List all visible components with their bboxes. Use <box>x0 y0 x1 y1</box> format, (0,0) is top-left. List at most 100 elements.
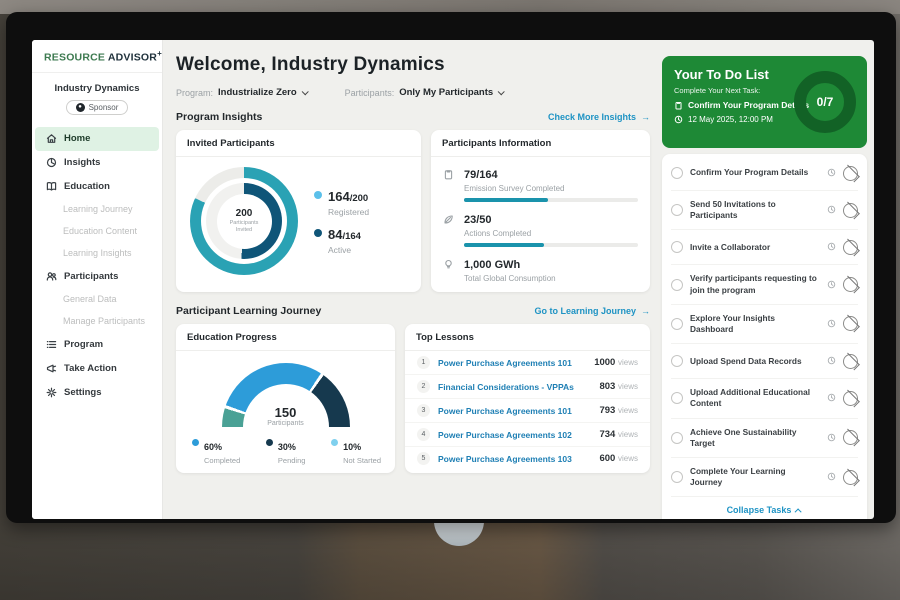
sidebar-item-manage-participants[interactable]: Manage Participants <box>32 311 162 333</box>
task-open-button[interactable] <box>843 470 858 485</box>
task-open-button[interactable] <box>843 240 858 255</box>
gear-icon <box>45 387 57 399</box>
task-row: Verify participants requesting to join t… <box>671 265 858 304</box>
sidebar-item-label: Insights <box>64 157 100 168</box>
sidebar-item-take-action[interactable]: Take Action <box>32 357 162 381</box>
task-open-button[interactable] <box>843 391 858 406</box>
emission-survey-stat: 79/164 Emission Survey Completed <box>431 157 650 202</box>
lesson-link[interactable]: Power Purchase Agreements 102 <box>438 430 591 440</box>
lesson-row: 4 Power Purchase Agreements 102 734 view… <box>405 423 650 447</box>
participants-filter-dropdown[interactable]: Participants: Only My Participants <box>345 87 504 98</box>
sidebar-item-participants[interactable]: Participants <box>32 265 162 289</box>
todo-progress-count: 0/7 <box>817 95 834 109</box>
task-row: Achieve One Sustainability Target <box>671 419 858 458</box>
lesson-rank: 3 <box>417 404 430 417</box>
lesson-link[interactable]: Financial Considerations - VPPAs <box>438 382 591 392</box>
sponsor-badge[interactable]: ● Sponsor <box>66 100 129 115</box>
sidebar-item-general-data[interactable]: General Data <box>32 289 162 311</box>
pending-dot-icon <box>266 439 273 446</box>
brand-primary: RESOURCE <box>44 52 105 64</box>
sidebar-item-home[interactable]: Home <box>35 127 159 151</box>
check-more-insights-link[interactable]: Check More Insights → <box>548 112 650 122</box>
lesson-row: 1 Power Purchase Agreements 101 1000 vie… <box>405 351 650 375</box>
task-open-button[interactable] <box>843 166 858 181</box>
clock-icon <box>827 276 836 294</box>
gauge-center-value: 150 <box>222 405 350 420</box>
invited-participants-title: Invited Participants <box>176 130 421 157</box>
clock-icon <box>674 115 683 124</box>
legend-active: 84/164 Active <box>314 226 369 255</box>
task-checkbox[interactable] <box>671 318 683 330</box>
brand-plus: + <box>157 49 162 58</box>
task-checkbox[interactable] <box>671 204 683 216</box>
sidebar-item-education-content[interactable]: Education Content <box>32 221 162 243</box>
education-progress-card: Education Progress 150 Participants <box>176 324 395 473</box>
sidebar-item-label: Home <box>64 133 90 144</box>
sidebar-item-settings[interactable]: Settings <box>32 381 162 405</box>
clipboard-icon <box>674 101 683 110</box>
task-open-button[interactable] <box>843 277 858 292</box>
todo-progress-ring: 0/7 <box>794 71 856 133</box>
sidebar-item-education[interactable]: Education <box>32 175 162 199</box>
todo-due-date: 12 May 2025, 12:00 PM <box>688 115 773 124</box>
chevron-down-icon <box>301 88 308 95</box>
chevron-up-icon <box>795 508 802 515</box>
sidebar-item-program[interactable]: Program <box>32 333 162 357</box>
task-checkbox[interactable] <box>671 432 683 444</box>
arrow-right-icon: → <box>641 306 650 316</box>
sidebar-item-insights[interactable]: Insights <box>32 151 162 175</box>
legend-registered: 164/200 Registered <box>314 188 369 217</box>
go-to-learning-journey-link[interactable]: Go to Learning Journey → <box>534 306 650 316</box>
sidebar-item-learning-insights[interactable]: Learning Insights <box>32 243 162 265</box>
top-lessons-title: Top Lessons <box>405 324 650 351</box>
invited-participants-donut-chart: 200 Participants Invited <box>190 167 298 275</box>
lightbulb-icon <box>443 255 456 283</box>
task-checkbox[interactable] <box>671 471 683 483</box>
lesson-row: 2 Financial Considerations - VPPAs 803 v… <box>405 375 650 399</box>
clipboard-icon <box>443 165 456 202</box>
org-name: Industry Dynamics <box>32 83 162 94</box>
app-logo[interactable]: RESOURCE ADVISOR+ <box>32 49 162 73</box>
todo-next-task: Confirm Your Program Details <box>688 100 809 110</box>
task-row: Explore Your Insights Dashboard <box>671 305 858 344</box>
clock-icon <box>827 389 836 407</box>
todo-tasks-card: Confirm Your Program Details Send 50 Inv… <box>662 154 867 519</box>
sidebar-item-learning-journey[interactable]: Learning Journey <box>32 199 162 221</box>
consumption-stat: 1,000 GWh Total Global Consumption <box>431 247 650 283</box>
learning-journey-heading: Participant Learning Journey <box>176 305 321 317</box>
clock-icon <box>827 238 836 256</box>
task-open-button[interactable] <box>843 203 858 218</box>
page-title: Welcome, Industry Dynamics <box>176 54 650 76</box>
task-checkbox[interactable] <box>671 241 683 253</box>
collapse-tasks-link[interactable]: Collapse Tasks <box>671 497 858 519</box>
gauge-center-label: Participants <box>222 420 350 427</box>
task-checkbox[interactable] <box>671 279 683 291</box>
program-filter-value: Industrialize Zero <box>218 87 297 98</box>
scene: RESOURCE ADVISOR+ Industry Dynamics ● Sp… <box>0 0 900 600</box>
task-checkbox[interactable] <box>671 167 683 179</box>
main-content: Welcome, Industry Dynamics Program: Indu… <box>163 40 662 519</box>
task-open-button[interactable] <box>843 430 858 445</box>
lesson-rank: 4 <box>417 428 430 441</box>
actions-completed-stat: 23/50 Actions Completed <box>431 202 650 247</box>
task-row: Complete Your Learning Journey <box>671 458 858 497</box>
clock-icon <box>827 468 836 486</box>
legend-completed: 60%Completed <box>192 437 240 465</box>
monitor-bezel: RESOURCE ADVISOR+ Industry Dynamics ● Sp… <box>6 12 896 523</box>
task-row: Send 50 Invitations to Participants <box>671 191 858 230</box>
chevron-down-icon <box>498 88 505 95</box>
sidebar-nav: Home Insights Education Learning Journey… <box>32 127 162 405</box>
lesson-link[interactable]: Power Purchase Agreements 101 <box>438 358 586 368</box>
legend-pending: 30%Pending <box>266 437 306 465</box>
task-checkbox[interactable] <box>671 355 683 367</box>
task-checkbox[interactable] <box>671 392 683 404</box>
lesson-link[interactable]: Power Purchase Agreements 103 <box>438 454 591 464</box>
task-open-button[interactable] <box>843 354 858 369</box>
lesson-link[interactable]: Power Purchase Agreements 101 <box>438 406 591 416</box>
program-filter-dropdown[interactable]: Program: Industrialize Zero <box>176 87 307 98</box>
task-row: Invite a Collaborator <box>671 230 858 265</box>
education-progress-title: Education Progress <box>176 324 395 351</box>
task-open-button[interactable] <box>843 316 858 331</box>
sidebar-item-label: Settings <box>64 387 101 398</box>
lesson-row: 3 Power Purchase Agreements 101 793 view… <box>405 399 650 423</box>
